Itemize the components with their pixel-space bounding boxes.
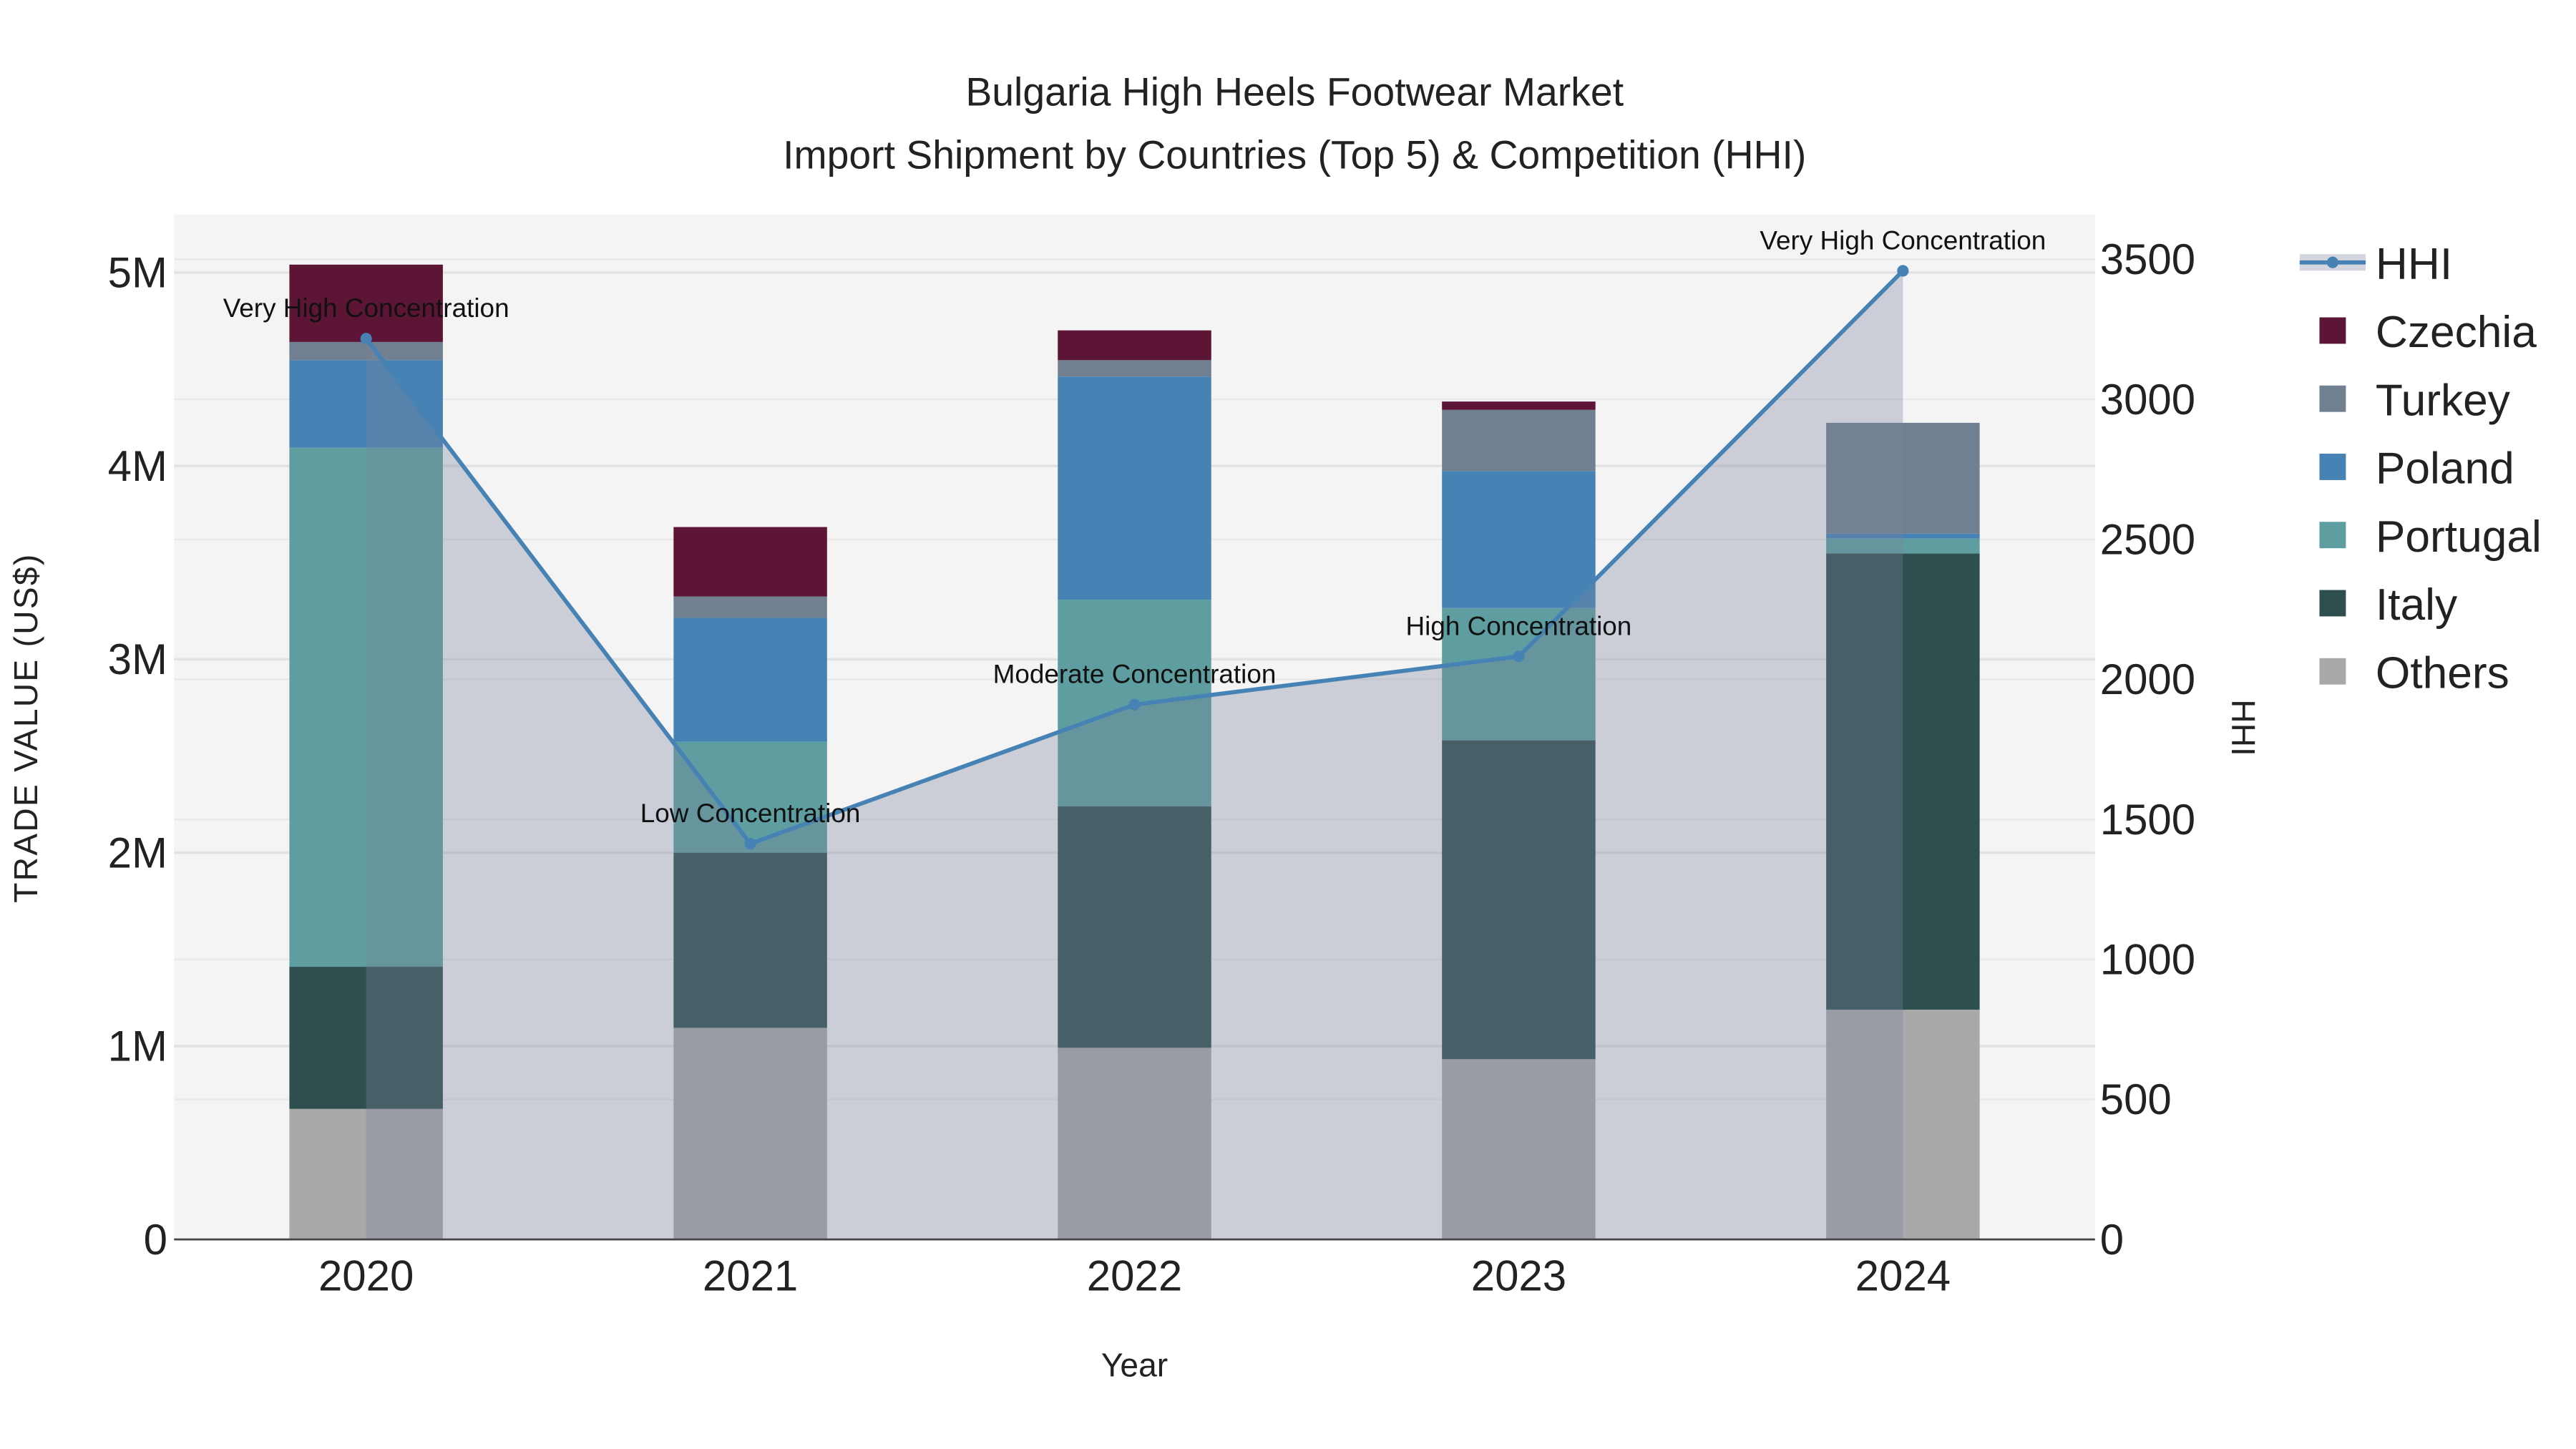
bar-czechia-2021	[673, 527, 827, 597]
legend-swatch-hhi-marker	[2326, 256, 2339, 268]
hhi-point-2023	[1513, 650, 1525, 663]
hhi-point-2020	[360, 333, 372, 345]
y-tick-label: 0	[144, 1216, 167, 1264]
chart-subtitle: Import Shipment by Countries (Top 5) & C…	[783, 132, 1806, 177]
hhi-annotation: Moderate Concentration	[993, 660, 1277, 689]
hhi-annotation: High Concentration	[1406, 611, 1632, 640]
x-tick-label: 2020	[318, 1252, 414, 1300]
y-tick-label: 5M	[108, 249, 167, 297]
hhi-annotation: Low Concentration	[640, 799, 861, 828]
hhi-point-2021	[744, 838, 756, 850]
y-tick-label: 3M	[108, 635, 167, 683]
x-tick-label: 2022	[1087, 1252, 1182, 1300]
hhi-point-2024	[1897, 265, 1909, 277]
x-tick-label: 2023	[1471, 1252, 1566, 1300]
legend-label-czechia: Czechia	[2376, 308, 2537, 357]
x-tick-label: 2024	[1855, 1252, 1951, 1300]
y-tick-label: 4M	[108, 442, 167, 490]
y-tick-label: 1M	[108, 1023, 167, 1070]
y2-tick-label: 2000	[2100, 655, 2195, 703]
legend-swatch-italy	[2319, 590, 2346, 617]
bar-czechia-2022	[1058, 330, 1211, 361]
legend-swatch-czechia	[2319, 317, 2346, 344]
y2-tick-label: 1000	[2100, 936, 2195, 984]
hhi-annotation: Very High Concentration	[1760, 226, 2046, 255]
legend-swatch-others	[2319, 658, 2346, 685]
y2-tick-label: 3000	[2100, 376, 2195, 424]
legend-label-others: Others	[2376, 648, 2509, 698]
bar-turkey-2023	[1442, 409, 1596, 472]
bar-turkey-2021	[673, 596, 827, 618]
legend-label-italy: Italy	[2376, 580, 2458, 630]
y2-axis-title: HHI	[2225, 699, 2262, 756]
legend-swatch-turkey	[2319, 385, 2346, 412]
legend-swatch-portugal	[2319, 522, 2346, 549]
y2-tick-label: 500	[2100, 1075, 2172, 1123]
legend-swatch-poland	[2319, 454, 2346, 480]
chart: 0 1M 2M 3M 4M 5M 0 500 1000 1500 2000 2500 3000 3500 2…	[7, 70, 2542, 1384]
bar-poland-2023	[1442, 471, 1596, 608]
bar-turkey-2022	[1058, 360, 1211, 377]
legend-label-portugal: Portugal	[2376, 512, 2542, 562]
hhi-annotation: Very High Concentration	[223, 293, 509, 323]
chart-title: Bulgaria High Heels Footwear Market	[965, 70, 1624, 114]
y-tick-label: 2M	[108, 829, 167, 877]
y2-tick-label: 0	[2100, 1216, 2124, 1264]
x-axis-title: Year	[1101, 1347, 1168, 1384]
y2-tick-label: 1500	[2100, 796, 2195, 844]
bar-poland-2021	[673, 618, 827, 742]
y-axis-title: TRADE VALUE (US$)	[7, 552, 44, 902]
legend-label-hhi: HHI	[2376, 240, 2452, 289]
hhi-point-2022	[1128, 698, 1141, 711]
y2-tick-label: 3500	[2100, 235, 2195, 283]
bar-czechia-2023	[1442, 401, 1596, 410]
y2-tick-label: 2500	[2100, 516, 2195, 564]
legend-label-poland: Poland	[2376, 444, 2514, 494]
legend-label-turkey: Turkey	[2376, 376, 2511, 425]
x-tick-label: 2021	[703, 1252, 798, 1300]
bar-poland-2022	[1058, 376, 1211, 600]
